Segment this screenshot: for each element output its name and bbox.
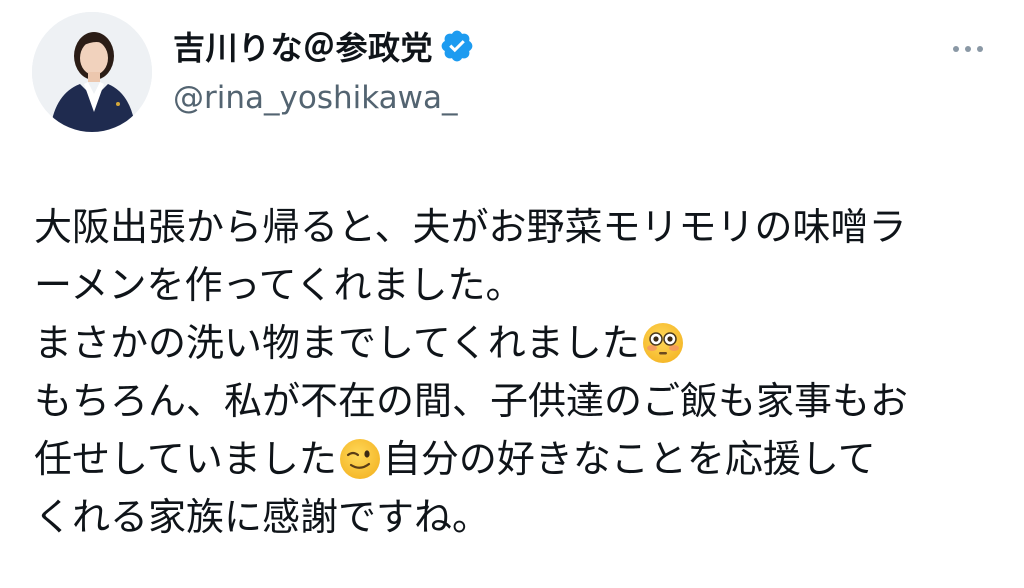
tweet-line: 任せしていました 自分の好きなことを応援して <box>34 430 1004 488</box>
tweet-line: まさかの洗い物までしてくれました <box>34 314 1004 372</box>
verified-badge-icon <box>439 28 475 64</box>
name-row: 吉川りな＠参政党 <box>173 24 475 68</box>
display-name[interactable]: 吉川りな＠参政党 <box>173 23 433 69</box>
tweet-line-text: もちろん、私が不在の間、子供達のご飯も家事もお <box>34 379 909 423</box>
tweet-line-text: 任せしていました <box>34 437 337 481</box>
avatar[interactable] <box>32 12 152 132</box>
tweet-line-text: まさかの洗い物までしてくれました <box>34 321 640 365</box>
user-handle[interactable]: @rina_yoshikawa_ <box>173 80 457 116</box>
tweet-line-text: ーメンを作ってくれました。 <box>34 263 524 307</box>
tweet-line: くれる家族に感謝ですね。 <box>34 488 1004 546</box>
profile-photo <box>32 12 152 132</box>
tweet-header: 吉川りな＠参政党 @rina_yoshikawa_ <box>0 0 1024 160</box>
tweet-text: 大阪出張から帰ると、夫がお野菜モリモリの味噌ラ ーメンを作ってくれました。 まさ… <box>34 198 1004 546</box>
flushed-face-emoji <box>642 322 684 364</box>
tweet-line: 大阪出張から帰ると、夫がお野菜モリモリの味噌ラ <box>34 198 1004 256</box>
winking-face-emoji <box>339 438 381 480</box>
tweet-line-text: くれる家族に感謝ですね。 <box>34 495 491 539</box>
tweet-line-text: 大阪出張から帰ると、夫がお野菜モリモリの味噌ラ <box>34 205 907 249</box>
more-options-icon[interactable] <box>944 34 992 64</box>
tweet-line: ーメンを作ってくれました。 <box>34 256 1004 314</box>
tweet-line-text: 自分の好きなことを応援して <box>382 437 876 481</box>
tweet-line: もちろん、私が不在の間、子供達のご飯も家事もお <box>34 372 1004 430</box>
